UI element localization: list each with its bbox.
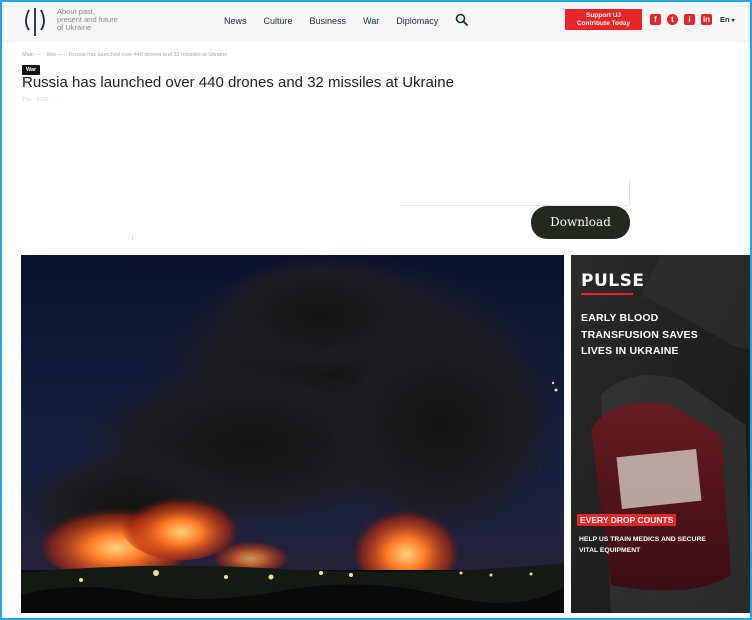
instagram-icon[interactable]: i [684,14,695,25]
divider [629,179,630,205]
ad-subtext-line: HELP US TRAIN MEDICS AND SECURE [579,536,706,543]
twitter-icon[interactable]: t [667,14,678,25]
chevron-down-icon: ▾ [731,18,735,24]
page-title: Russia has launched over 440 drones and … [22,74,454,91]
site-logo[interactable] [20,6,50,38]
nav-business[interactable]: Business [310,16,347,26]
breadcrumb-war[interactable]: War — [46,52,63,58]
language-label: En [720,15,730,24]
download-button[interactable]: Download [531,206,630,239]
ad-subtext: HELP US TRAIN MEDICS AND SECURE VITAL EQ… [579,535,706,556]
main-nav: News Culture Business War Diplomacy [224,16,455,26]
article-meta: Thu · 2025 · · · · · [22,97,66,103]
breadcrumb-main[interactable]: Main — [22,52,41,58]
ad-banner[interactable]: PULSE EARLY BLOOD TRANSFUSION SAVES LIVE… [571,255,750,613]
nav-war[interactable]: War [363,16,379,26]
support-sublabel: Contribute Today [576,20,631,27]
ad-logo: PULSE [581,271,645,291]
social-links: f t i in [650,14,712,25]
nav-culture[interactable]: Culture [264,16,293,26]
breadcrumb-current: Russia has launched over 440 drones and … [68,52,228,58]
site-tagline: About past, present and future of Ukrain… [57,8,137,32]
site-header: About past, present and future of Ukrain… [2,2,750,42]
search-icon[interactable] [455,13,469,27]
ad-subtext-line: VITAL EQUIPMENT [579,546,641,554]
nav-news[interactable]: News [224,16,247,26]
ad-headline-line: TRANSFUSION SAVES [581,328,698,341]
ad-logo-underline [581,293,633,295]
browser-frame: About past, present and future of Ukrain… [0,0,752,620]
linkedin-icon[interactable]: in [701,14,712,25]
facebook-icon[interactable]: f [650,14,661,25]
support-label: Support UJ [585,12,622,19]
support-button[interactable]: Support UJ Contribute Today [565,9,642,30]
ad-badge: EVERY DROP COUNTS [577,514,677,526]
ad-headline: EARLY BLOOD TRANSFUSION SAVES LIVES IN U… [581,310,698,360]
divider [132,236,133,240]
ad-headline-line: EARLY BLOOD [581,312,659,324]
tagline-line: of Ukraine [57,23,92,32]
breadcrumb: Main — War — Russia has launched over 44… [22,52,231,58]
nav-diplomacy[interactable]: Diplomacy [396,16,438,26]
language-selector[interactable]: En ▾ [720,15,735,24]
article-photo [21,255,564,613]
ad-headline-line: LIVES IN UKRAINE [581,345,679,357]
